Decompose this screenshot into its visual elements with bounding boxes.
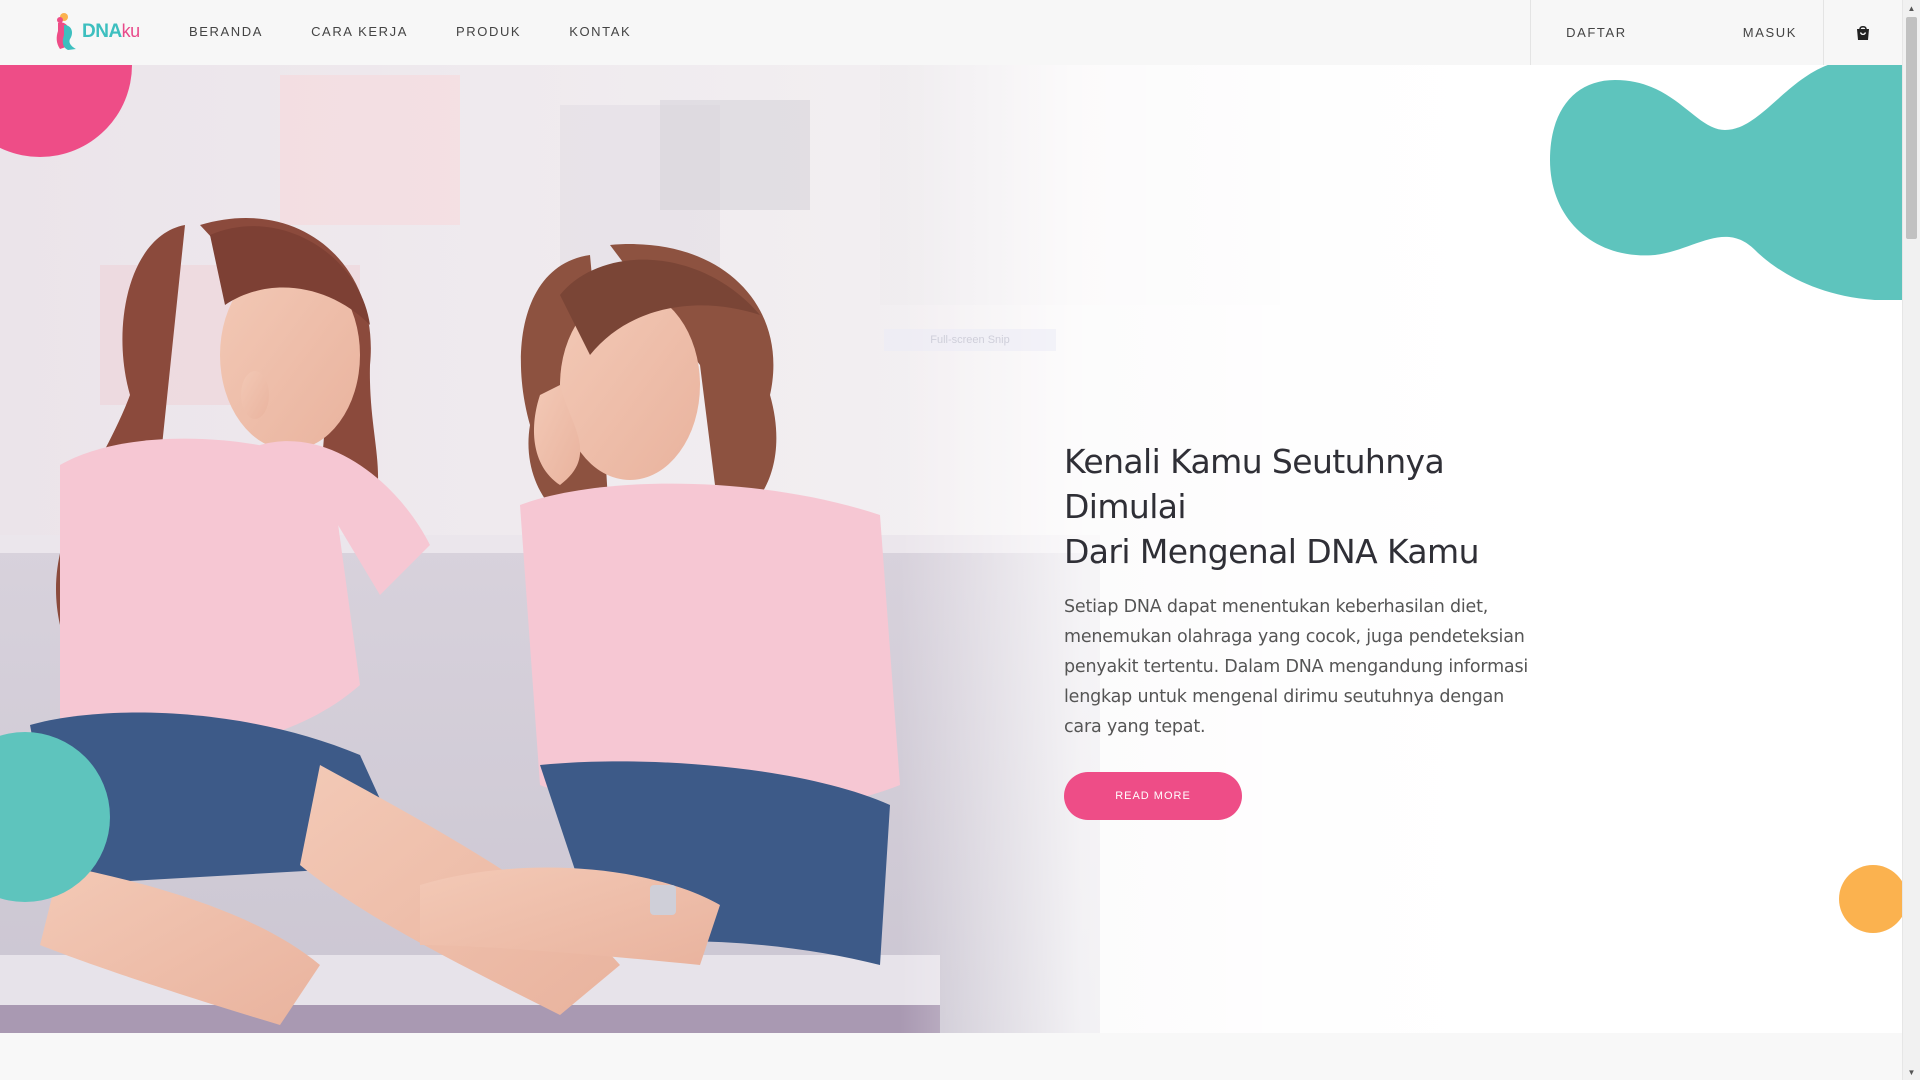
scroll-down-arrow-icon[interactable]: ▼ — [1903, 1064, 1920, 1080]
hero-title-line-1: Kenali Kamu Seutuhnya Dimulai — [1064, 442, 1445, 526]
read-more-button[interactable]: READ MORE — [1064, 772, 1242, 820]
scrollbar-thumb[interactable] — [1906, 17, 1917, 239]
nav-link-produk[interactable]: PRODUK — [456, 24, 521, 39]
scroll-up-arrow-icon[interactable]: ▲ — [1903, 0, 1920, 16]
nav-link-beranda[interactable]: BERANDA — [189, 24, 263, 39]
login-link[interactable]: MASUK — [1663, 0, 1823, 65]
top-navbar: DNAku BERANDA CARA KERJA PRODUK KONTAK D… — [0, 0, 1902, 65]
teal-blob-bottom-left — [0, 732, 110, 902]
logo-text-dna: DNA — [82, 21, 122, 42]
snip-overlay-label: Full-screen Snip — [884, 329, 1056, 351]
logo-wordmark: DNAku — [82, 21, 140, 43]
nav-link-kontak[interactable]: KONTAK — [569, 24, 631, 39]
logo-text-ku: ku — [121, 21, 141, 41]
hero-description: Setiap DNA dapat menentukan keberhasilan… — [1064, 597, 1529, 737]
hero-title-line-2: Dari Mengenal DNA Kamu — [1064, 532, 1480, 571]
shopping-bag-icon — [1857, 25, 1869, 40]
logo-icon — [56, 13, 76, 50]
teal-blob-top-right — [1550, 65, 1902, 300]
page-scrollbar[interactable]: ▲ ▼ — [1902, 0, 1920, 1080]
register-link[interactable]: DAFTAR — [1531, 0, 1663, 65]
nav-account-area: DAFTAR MASUK — [1530, 0, 1902, 65]
orange-blob-bottom-right — [1839, 865, 1902, 933]
next-section-band — [0, 1033, 1902, 1080]
hero-title: Kenali Kamu Seutuhnya Dimulai Dari Menge… — [1064, 439, 1534, 574]
nav-link-cara-kerja[interactable]: CARA KERJA — [311, 24, 408, 39]
hero-section: Full-screen Snip Kenali Kamu Seutuhnya D… — [0, 65, 1902, 1033]
pink-blob-top-left — [0, 65, 132, 157]
brand-logo[interactable]: DNAku — [50, 11, 140, 51]
cart-button[interactable] — [1824, 0, 1902, 65]
hero-content: Kenali Kamu Seutuhnya Dimulai Dari Menge… — [1064, 439, 1534, 820]
main-nav: BERANDA CARA KERJA PRODUK KONTAK — [189, 0, 679, 62]
